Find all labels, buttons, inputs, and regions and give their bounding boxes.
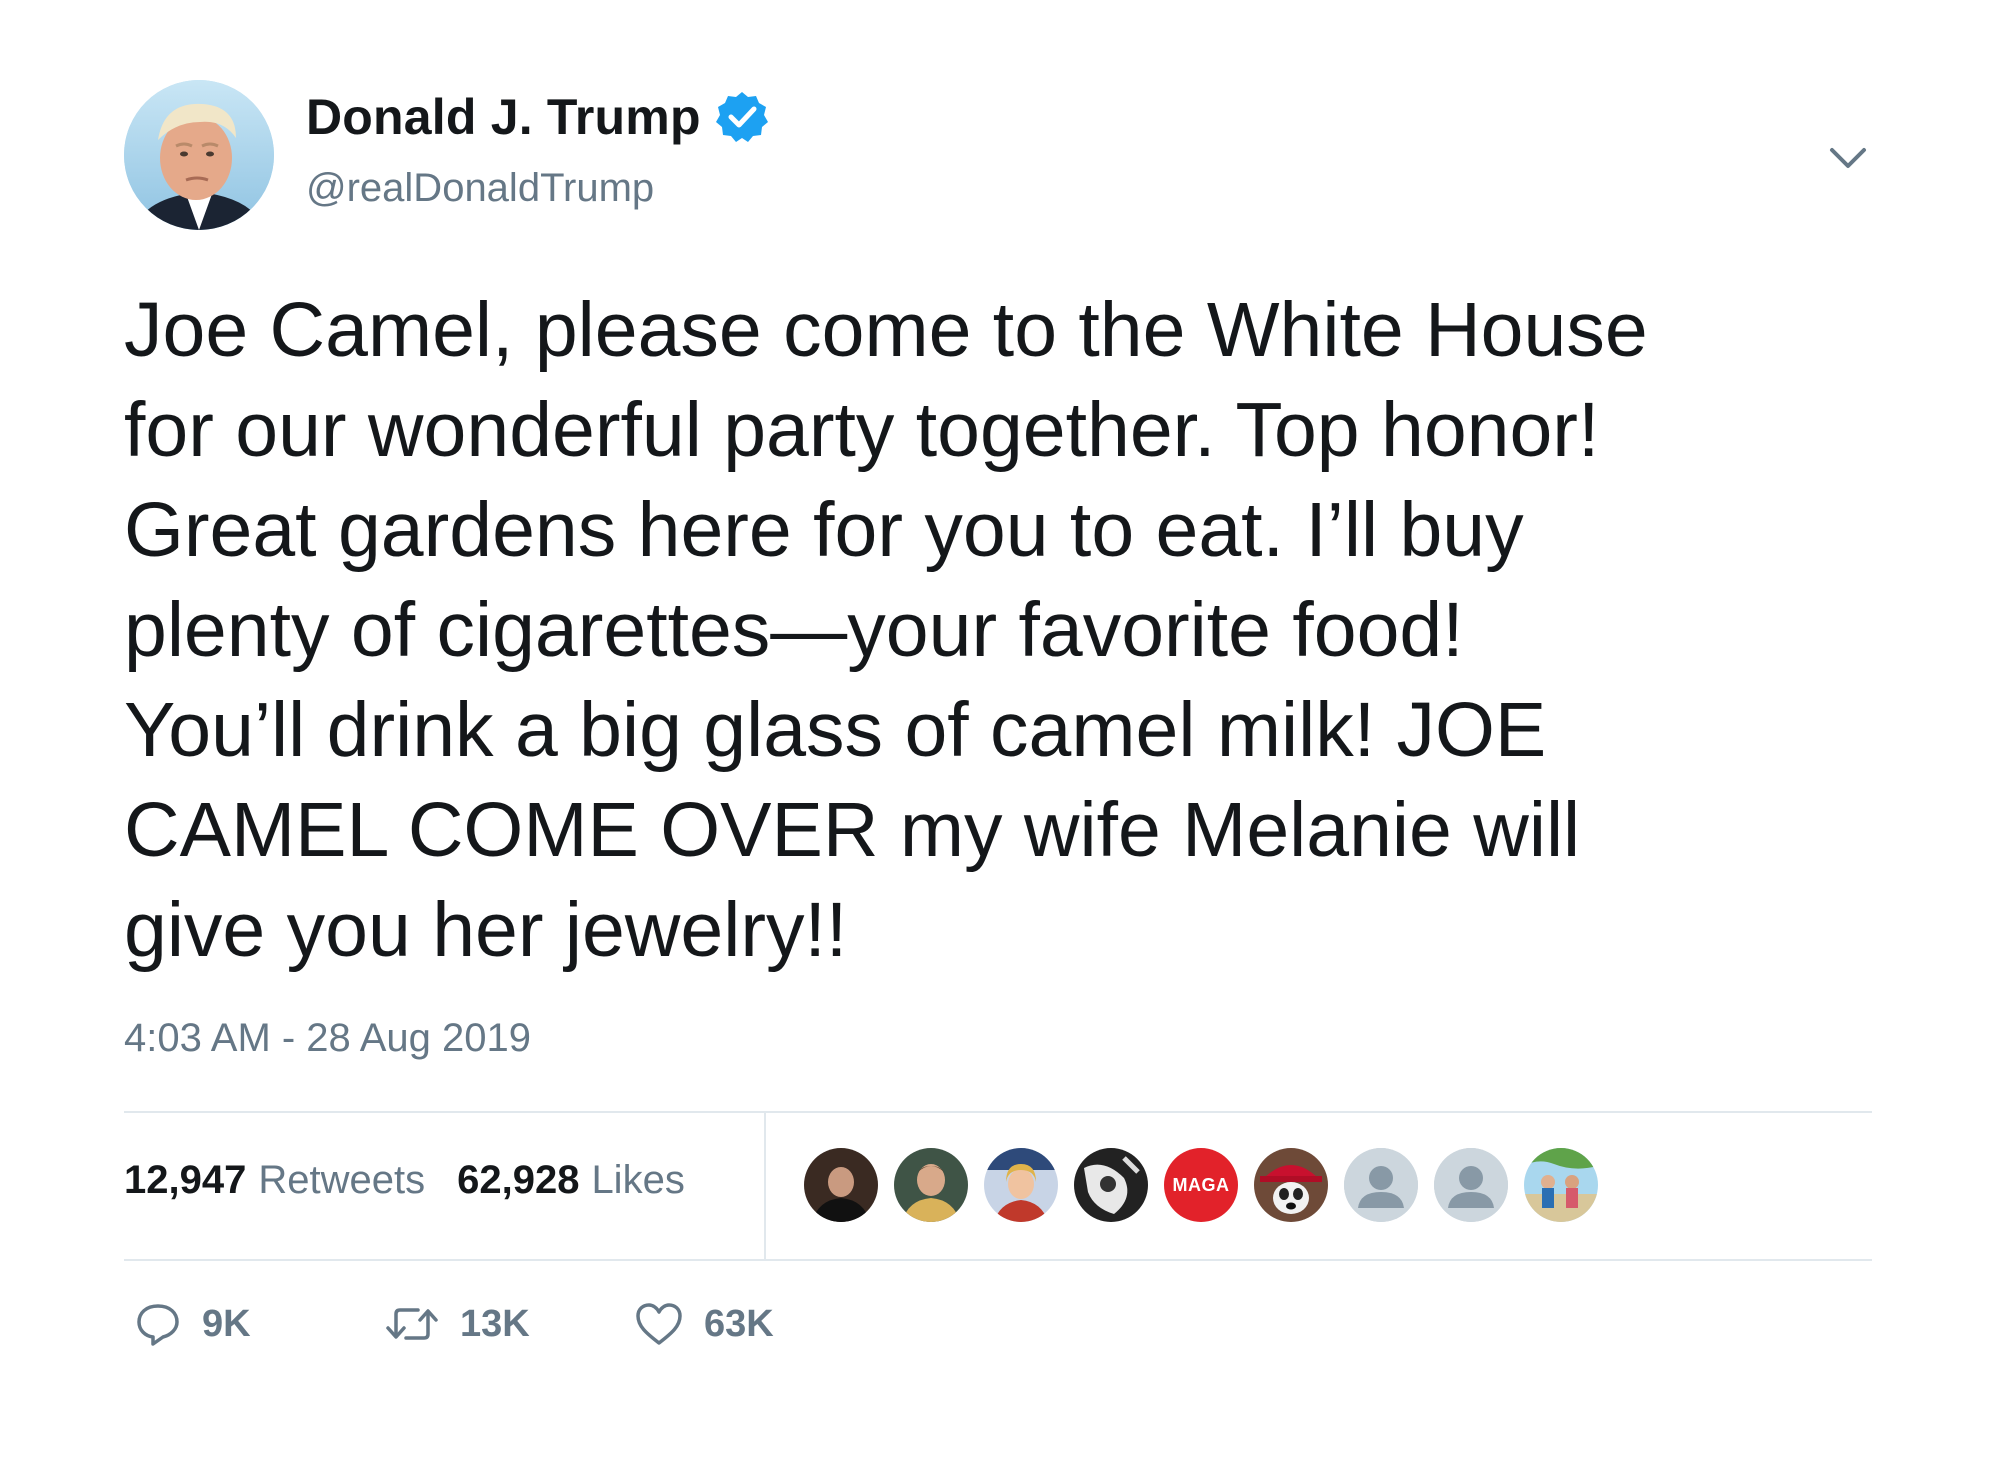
author-name[interactable]: Donald J. Trump (306, 88, 701, 146)
author-handle[interactable]: @realDonaldTrump (306, 166, 654, 211)
reply-count: 9K (202, 1302, 251, 1345)
likes-label: Likes (591, 1158, 685, 1202)
retweet-button[interactable]: 13K (384, 1300, 634, 1348)
author-name-row: Donald J. Trump (306, 84, 769, 150)
retweets-stat[interactable]: 12,947 Retweets (124, 1158, 425, 1203)
author-avatar[interactable] (124, 80, 274, 230)
like-count: 63K (704, 1302, 774, 1345)
stats-vertical-divider (764, 1113, 766, 1259)
tweet-card: Donald J. Trump @realDonaldTrump Joe Cam… (0, 0, 2000, 1478)
retweet-count: 13K (460, 1302, 530, 1345)
heart-icon (634, 1300, 684, 1348)
liker-avatar-3[interactable] (984, 1148, 1058, 1222)
retweets-count: 12,947 (124, 1158, 247, 1202)
retweets-label: Retweets (258, 1158, 426, 1202)
likes-stat[interactable]: 62,928 Likes (457, 1158, 685, 1203)
default-user-icon[interactable] (1344, 1148, 1418, 1222)
retweet-icon (384, 1300, 440, 1348)
liker-avatar-4[interactable] (1074, 1148, 1148, 1222)
profile-photo-icon (124, 80, 274, 230)
liker-avatars: MAGA (804, 1148, 1614, 1222)
reply-icon (134, 1300, 182, 1348)
verified-badge-icon (715, 90, 769, 144)
reply-button[interactable]: 9K (134, 1300, 384, 1348)
tweet-text: Joe Camel, please come to the White Hous… (124, 287, 1648, 973)
engagement-stats: 12,947 Retweets 62,928 Likes (124, 1158, 685, 1203)
default-user-icon[interactable] (1434, 1148, 1508, 1222)
liker-maga-badge[interactable]: MAGA (1164, 1148, 1238, 1222)
stats-bottom-divider (124, 1259, 1872, 1261)
likes-count: 62,928 (457, 1158, 580, 1202)
liker-avatar-6[interactable] (1254, 1148, 1328, 1222)
liker-avatar-1[interactable] (804, 1148, 878, 1222)
liker-avatar-9[interactable] (1524, 1148, 1598, 1222)
tweet-timestamp[interactable]: 4:03 AM - 28 Aug 2019 (124, 1016, 531, 1061)
liker-avatar-2[interactable] (894, 1148, 968, 1222)
chevron-down-icon[interactable] (1826, 140, 1870, 176)
like-button[interactable]: 63K (634, 1300, 774, 1348)
action-bar: 9K 13K 63K (134, 1300, 774, 1348)
stats-top-divider (124, 1111, 1872, 1113)
